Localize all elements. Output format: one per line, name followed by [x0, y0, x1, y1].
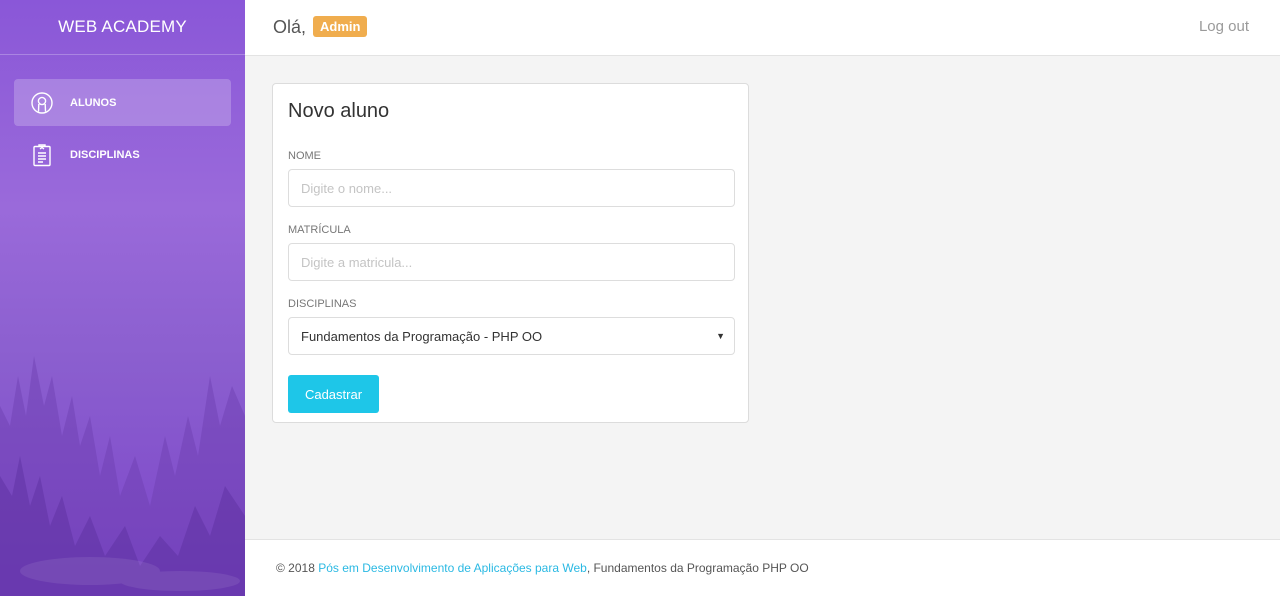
user-circle-icon [30, 91, 54, 115]
disciplinas-selected-value: Fundamentos da Programação - PHP OO [301, 328, 543, 344]
disciplinas-label: DISCIPLINAS [288, 298, 357, 310]
clipboard-icon [30, 143, 54, 167]
footer-suffix: , Fundamentos da Programação PHP OO [586, 561, 809, 575]
brand-title: WEB ACADEMY [0, 0, 245, 55]
matricula-label: MATRÍCULA [288, 224, 351, 236]
sidebar-item-label: ALUNOS [70, 96, 117, 109]
sidebar-item-label: DISCIPLINAS [70, 148, 140, 161]
caret-down-icon: ▼ [716, 331, 725, 341]
footer-prefix: © 2018 [276, 561, 315, 575]
disciplinas-select[interactable]: Fundamentos da Programação - PHP OO ▼ [288, 317, 735, 355]
sidebar-nav: ALUNOS DISCIPLINAS [0, 55, 245, 178]
form-title: Novo aluno [288, 100, 390, 122]
footer: © 2018 Pós em Desenvolvimento de Aplicaç… [245, 539, 1280, 596]
sidebar-item-alunos[interactable]: ALUNOS [14, 79, 231, 126]
user-badge: Admin [313, 16, 368, 37]
cadastrar-button[interactable]: Cadastrar [288, 375, 379, 413]
top-bar: Olá, Admin Log out [245, 0, 1280, 56]
nome-input[interactable] [288, 169, 735, 207]
footer-link[interactable]: Pós em Desenvolvimento de Aplicações par… [318, 561, 587, 575]
nome-label: NOME [288, 150, 321, 162]
sidebar-item-disciplinas[interactable]: DISCIPLINAS [14, 131, 231, 178]
sidebar: WEB ACADEMY ALUNOS DISCIPLINAS [0, 0, 245, 596]
matricula-input[interactable] [288, 243, 735, 281]
footer-text: © 2018 Pós em Desenvolvimento de Aplicaç… [276, 561, 809, 575]
greeting-text: Olá, [273, 17, 307, 37]
new-student-form: Novo aluno NOME MATRÍCULA DISCIPLINAS Fu… [272, 83, 749, 423]
greeting: Olá, Admin [273, 16, 368, 38]
forest-background [0, 356, 245, 596]
logout-link[interactable]: Log out [1199, 18, 1249, 35]
